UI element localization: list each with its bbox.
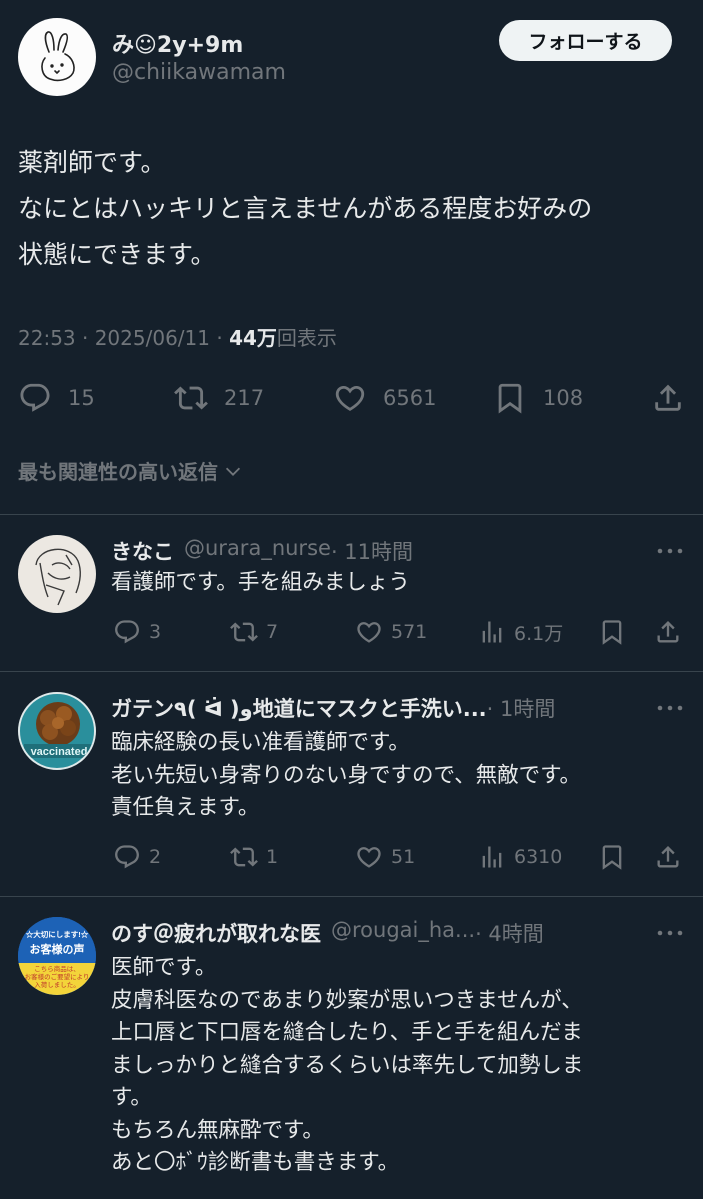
timestamp[interactable]: 22:53 · 2025/06/11 · [18, 326, 229, 350]
share-button[interactable] [654, 615, 682, 649]
chevron-down-icon [225, 467, 241, 476]
bookmark-button[interactable]: 108 [493, 376, 583, 420]
reply-text: 看護師です。手を組みましょう [111, 570, 410, 595]
reply-icon [20, 383, 50, 412]
reply-count: 3 [149, 621, 162, 643]
tweet-text: 薬剤師です。 なにとはハッキリと言えませんがある程度お好みの 状態にできます。 [18, 148, 593, 269]
bookmark-icon [602, 620, 622, 645]
reply-text: 臨床経験の長い准看護師です。 老い先短い身寄りのない身ですので、無敵です。 責任… [111, 730, 581, 820]
repost-icon [230, 847, 258, 867]
bunny-drawing [41, 31, 75, 82]
bookmark-icon [602, 845, 622, 870]
share-icon [657, 621, 679, 643]
avatar-line-1: ☆大切にします!☆ [26, 929, 89, 939]
reply-icon [115, 620, 139, 644]
bookmark-button[interactable] [598, 840, 626, 874]
reply-item[interactable]: vaccinated ガテン٩( ᐛ )و地道にマスクと手洗い... · 1時間… [0, 672, 703, 896]
bookmark-count: 108 [543, 386, 584, 410]
like-count: 6561 [383, 386, 437, 410]
share-icon [655, 384, 681, 411]
like-button[interactable]: 6561 [333, 376, 436, 420]
repost-button[interactable]: 1 [230, 840, 278, 874]
repost-button[interactable]: 7 [230, 615, 278, 649]
reply-item[interactable]: きなこ @urara_nurse · 11時間 看護師です。手を組みましょう 3… [0, 515, 703, 671]
reply-display-name[interactable]: ガテン٩( ᐛ )و地道にマスクと手洗い... [111, 693, 487, 723]
like-icon [335, 385, 365, 411]
sketch-avatar [35, 548, 81, 606]
view-count: 44万 [229, 326, 277, 350]
like-icon [357, 847, 381, 868]
display-name[interactable]: み☺2y+9m [112, 27, 243, 59]
reply-button[interactable]: 3 [113, 615, 161, 649]
views-icon [482, 846, 502, 868]
notice-card-avatar: ☆大切にします!☆ お客様の声 こちら商品は、 お客様のご要望により 入荷しまし… [18, 917, 96, 995]
view-label: 回表示 [276, 326, 337, 350]
reply-count: 15 [68, 386, 95, 410]
handle[interactable]: @chiikawamam [112, 60, 286, 85]
share-button[interactable] [651, 376, 685, 420]
tweet-actions: 15 217 6561 108 [0, 376, 703, 420]
view-count: 6.1万 [514, 622, 564, 645]
repost-count: 1 [266, 846, 279, 868]
reply-header: きなこ @urara_nurse · 11時間 [111, 536, 623, 566]
share-icon [657, 846, 679, 868]
repost-count: 217 [224, 386, 265, 410]
follow-button[interactable]: フォローする [499, 20, 672, 61]
like-icon [357, 622, 381, 643]
avatar-line-3: こちら商品は、 [34, 964, 80, 973]
reply-time[interactable]: · 11時間 [331, 536, 413, 566]
like-button[interactable]: 571 [355, 615, 427, 649]
reply-actions: 2 1 51 6310 [0, 840, 703, 874]
avatar-line-4: お客様のご要望により [25, 972, 90, 981]
reply-button[interactable]: 2 [113, 840, 161, 874]
reply-display-name[interactable]: のす＠疲れが取れな医 [111, 918, 321, 948]
reply-handle[interactable]: @urara_nurse [184, 536, 331, 566]
reply-sort-dropdown[interactable]: 最も関連性の高い返信 [18, 456, 244, 485]
more-icon[interactable] [655, 923, 685, 943]
more-icon[interactable] [655, 698, 685, 718]
view-count: 6310 [514, 846, 563, 868]
avatar[interactable] [18, 535, 96, 613]
reply-actions: 3 7 571 6.1万 [0, 615, 703, 649]
avatar[interactable]: vaccinated [18, 692, 96, 770]
views-button[interactable]: 6310 [478, 840, 562, 874]
reply-header: ガテン٩( ᐛ )و地道にマスクと手洗い... · 1時間 [111, 693, 623, 723]
avatar[interactable]: ☆大切にします!☆ お客様の声 こちら商品は、 お客様のご要望により 入荷しまし… [18, 917, 96, 995]
reply-count: 2 [149, 846, 162, 868]
reply-handle[interactable]: @rougai_ha... [331, 918, 475, 948]
like-button[interactable]: 51 [355, 840, 415, 874]
avatar-line-2: お客様の声 [30, 942, 85, 956]
views-button[interactable]: 6.1万 [478, 615, 563, 649]
bookmark-icon [498, 383, 522, 414]
avatar-label: vaccinated [31, 746, 88, 758]
like-count: 571 [391, 621, 428, 643]
reply-time[interactable]: · 4時間 [475, 918, 544, 948]
repost-button[interactable]: 217 [174, 376, 264, 420]
reply-icon [115, 845, 139, 869]
reply-text: 医師です。 皮膚科医なのであまり妙案が思いつきませんが、 上口唇と下口唇を縫合し… [111, 955, 584, 1175]
reply-display-name[interactable]: きなこ [111, 536, 174, 566]
food-avatar: vaccinated [24, 702, 94, 758]
reply-time[interactable]: · 1時間 [487, 693, 556, 723]
reply-button[interactable]: 15 [18, 376, 95, 420]
repost-icon [230, 622, 258, 642]
tweet-meta: 22:53 · 2025/06/11 · 44万回表示 [18, 322, 337, 351]
avatar[interactable] [18, 18, 96, 96]
more-icon[interactable] [655, 541, 685, 561]
views-icon [482, 621, 502, 643]
bookmark-button[interactable] [598, 615, 626, 649]
sort-label: 最も関連性の高い返信 [18, 460, 218, 484]
repost-icon [174, 386, 208, 410]
reply-header: のす＠疲れが取れな医 @rougai_ha... · 4時間 [111, 918, 623, 948]
avatar-line-5: 入荷しました。 [34, 980, 80, 989]
share-button[interactable] [654, 840, 682, 874]
main-tweet-header: み☺2y+9m @chiikawamam フォローする [0, 0, 703, 110]
reply-item[interactable]: ☆大切にします!☆ お客様の声 こちら商品は、 お客様のご要望により 入荷しまし… [0, 897, 703, 1199]
repost-count: 7 [266, 621, 279, 643]
like-count: 51 [391, 846, 416, 868]
